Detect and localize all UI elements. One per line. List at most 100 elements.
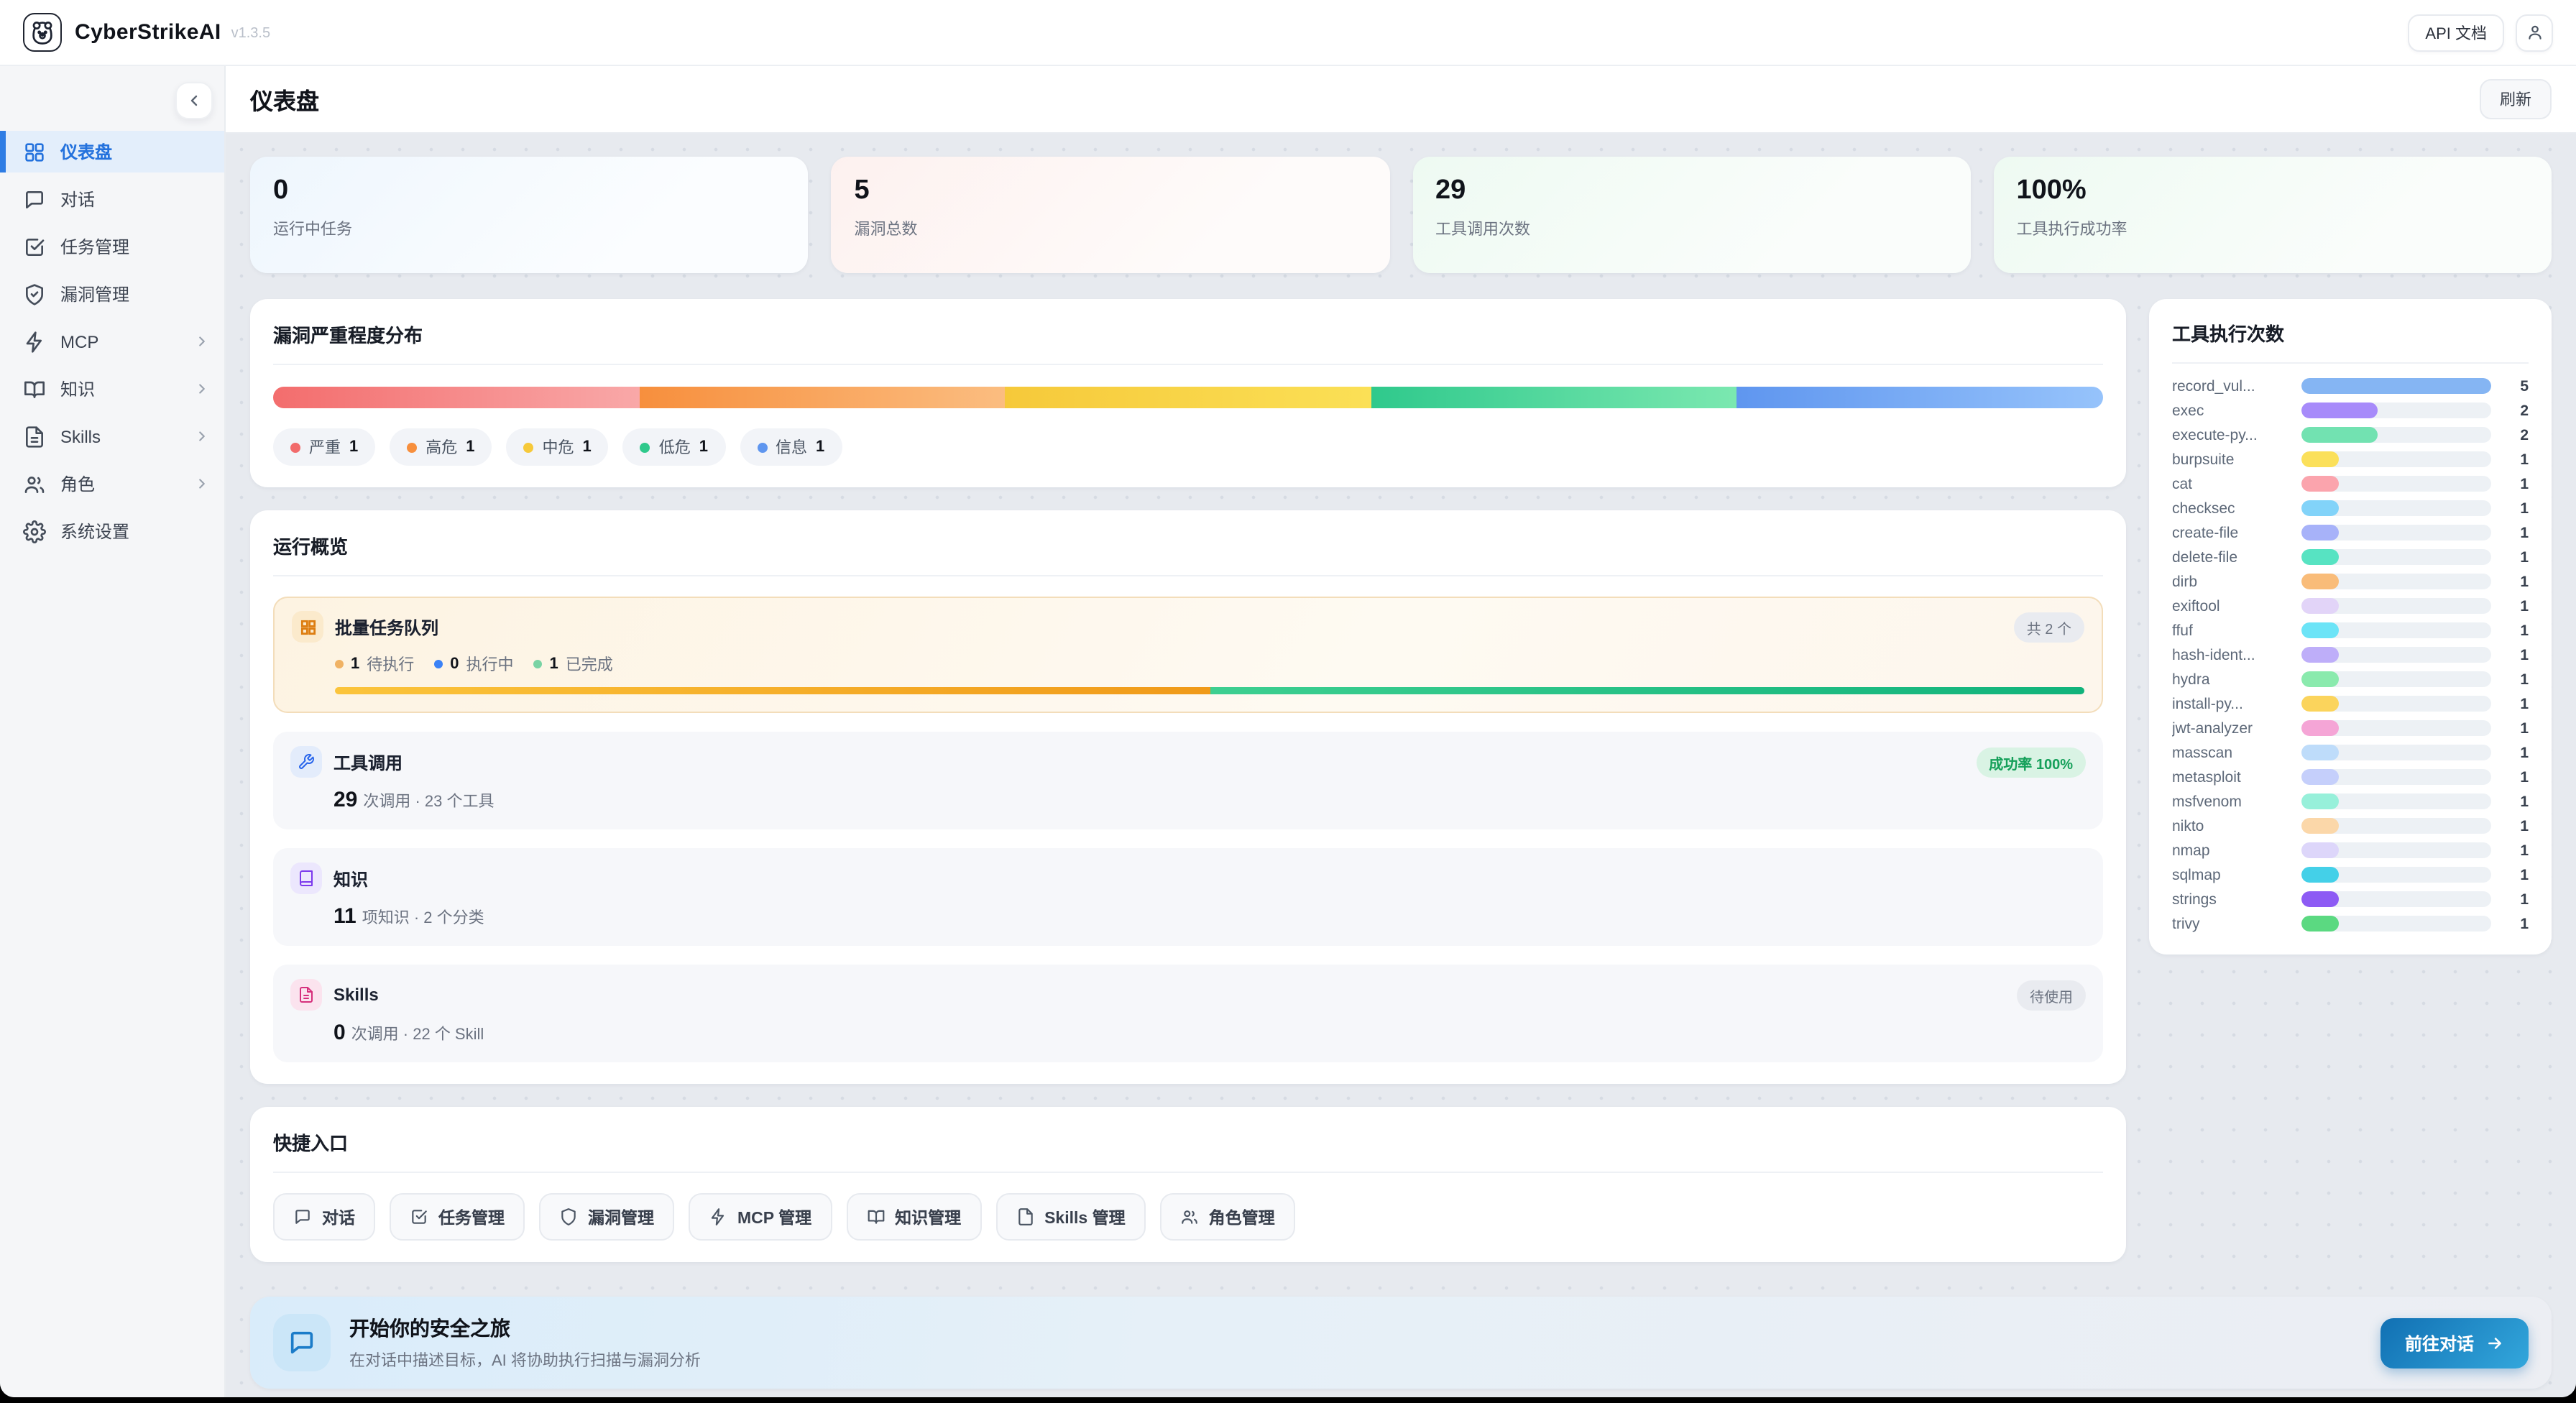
- app-header: CyberStrikeAI v1.3.5 API 文档: [0, 0, 2576, 66]
- severity-legend-low: 低危1: [623, 428, 725, 466]
- tool-row: trivy1: [2172, 916, 2529, 932]
- divider: [273, 364, 2103, 365]
- quick-entries-title: 快捷入口: [273, 1128, 2103, 1156]
- tool-count: 1: [2503, 842, 2529, 859]
- tool-bar-fill: [2301, 696, 2340, 712]
- quick-roles-button[interactable]: 角色管理: [1160, 1193, 1295, 1241]
- file-text-icon: [23, 425, 46, 448]
- user-icon: [2525, 23, 2544, 42]
- sidebar-item-roles[interactable]: 角色: [0, 463, 224, 505]
- tool-name: hydra: [2172, 671, 2290, 688]
- sidebar-collapse-button[interactable]: [175, 82, 213, 119]
- tool-name: strings: [2172, 891, 2290, 908]
- divider: [273, 575, 2103, 576]
- quick-knowledge-button[interactable]: 知识管理: [846, 1193, 981, 1241]
- tool-row: record_vul...5: [2172, 378, 2529, 394]
- sidebar-item-label: 漏洞管理: [60, 282, 129, 306]
- sidebar-item-mcp[interactable]: MCP: [0, 321, 224, 362]
- legend-label: 信息: [776, 436, 807, 459]
- tool-name: record_vul...: [2172, 377, 2290, 395]
- tool-bar-track: [2301, 745, 2491, 760]
- severity-legend-high: 高危1: [390, 428, 492, 466]
- shield-check-icon: [23, 282, 46, 305]
- legend-count: 1: [699, 438, 708, 456]
- legend-count: 1: [351, 656, 359, 673]
- stat-label: 运行中任务: [273, 217, 786, 240]
- quick-tasks-button[interactable]: 任务管理: [390, 1193, 525, 1241]
- user-avatar-button[interactable]: [2516, 14, 2553, 51]
- tool-bar-fill: [2301, 671, 2340, 687]
- tool-row: hydra1: [2172, 671, 2529, 687]
- success-rate-badge: 成功率 100%: [1976, 747, 2086, 777]
- tool-bar-fill: [2301, 769, 2340, 785]
- task-check-icon: [23, 235, 46, 258]
- page-header: 仪表盘 刷新: [226, 66, 2576, 134]
- sidebar-item-chat[interactable]: 对话: [0, 178, 224, 220]
- chat-icon: [23, 188, 46, 211]
- users-icon: [23, 472, 46, 495]
- sidebar-item-label: 任务管理: [60, 234, 129, 259]
- quick-mcp-button[interactable]: MCP 管理: [689, 1193, 832, 1241]
- arrow-right-icon: [2485, 1333, 2504, 1352]
- bear-logo-icon: [29, 19, 56, 46]
- refresh-button[interactable]: 刷新: [2480, 79, 2552, 119]
- tool-bar-fill: [2301, 598, 2340, 614]
- wrench-icon: [290, 746, 322, 778]
- batch-legend: 1待执行 0执行中 1已完成: [335, 653, 2084, 676]
- sidebar-item-skills[interactable]: Skills: [0, 415, 224, 457]
- sidebar-item-settings[interactable]: 系统设置: [0, 510, 224, 552]
- tool-bar-track: [2301, 378, 2491, 394]
- sidebar-item-tasks[interactable]: 任务管理: [0, 226, 224, 267]
- legend-label: 已完成: [566, 653, 613, 676]
- quick-skills-button[interactable]: Skills 管理: [995, 1193, 1146, 1241]
- skills-card[interactable]: Skills 待使用 0次调用 · 22 个 Skill: [273, 965, 2103, 1062]
- sidebar-item-dashboard[interactable]: 仪表盘: [0, 131, 224, 172]
- api-docs-button[interactable]: API 文档: [2408, 14, 2504, 51]
- tool-bar-track: [2301, 402, 2491, 418]
- big-number: 29: [334, 788, 357, 812]
- legend-count: 1: [816, 438, 824, 456]
- content-scroll-area[interactable]: 0 运行中任务 5 漏洞总数 29 工具调用次数 100% 工具执行成功率: [226, 134, 2576, 1397]
- tool-row: install-py...1: [2172, 696, 2529, 712]
- batch-progress-bar: [335, 687, 2084, 694]
- quick-entries-card: 快捷入口 对话 任务管理 漏洞管理 MCP 管理 知识管理 Skills 管理 …: [250, 1107, 2126, 1262]
- chip-label: 任务管理: [438, 1205, 505, 1228]
- sidebar-item-knowledge[interactable]: 知识: [0, 368, 224, 410]
- quick-vulns-button[interactable]: 漏洞管理: [539, 1193, 674, 1241]
- batch-total-badge: 共 2 个: [2014, 612, 2084, 642]
- overview-card: 运行概览 批量任务队列 共 2 个: [250, 510, 2126, 1084]
- tool-name: ffuf: [2172, 622, 2290, 639]
- legend-dot: [640, 442, 650, 452]
- tool-count: 2: [2503, 426, 2529, 443]
- tool-count: 1: [2503, 866, 2529, 883]
- knowledge-card[interactable]: 知识 11项知识 · 2 个分类: [273, 848, 2103, 946]
- tool-row: delete-file1: [2172, 549, 2529, 565]
- severity-legend-medium: 中危1: [507, 428, 609, 466]
- tool-bar-fill: [2301, 500, 2340, 516]
- tool-bar-track: [2301, 720, 2491, 736]
- batch-task-queue-card[interactable]: 批量任务队列 共 2 个 1待执行 0执行中 1已完成: [273, 597, 2103, 713]
- severity-legend-critical: 严重1: [273, 428, 375, 466]
- tool-row: jwt-analyzer1: [2172, 720, 2529, 736]
- sidebar-item-label: 知识: [60, 377, 95, 401]
- legend-count: 1: [466, 438, 474, 456]
- severity-segment-low: [1371, 387, 1737, 408]
- tool-name: create-file: [2172, 524, 2290, 541]
- lightning-icon: [709, 1208, 727, 1226]
- sidebar-item-vulns[interactable]: 漏洞管理: [0, 273, 224, 315]
- tool-bar-track: [2301, 500, 2491, 516]
- tool-bar-track: [2301, 622, 2491, 638]
- tool-row: metasploit1: [2172, 769, 2529, 785]
- book-icon: [290, 862, 322, 894]
- go-to-chat-button[interactable]: 前往对话: [2380, 1317, 2529, 1368]
- legend-label: 执行中: [466, 653, 514, 676]
- tool-calls-card[interactable]: 工具调用 成功率 100% 29次调用 · 23 个工具: [273, 732, 2103, 829]
- book-icon: [23, 377, 46, 400]
- summary-text: 次调用 · 23 个工具: [363, 794, 494, 811]
- tool-name: install-py...: [2172, 695, 2290, 712]
- quick-chat-button[interactable]: 对话: [273, 1193, 375, 1241]
- progress-pending-segment: [335, 687, 1210, 694]
- tool-row: create-file1: [2172, 525, 2529, 540]
- chat-icon: [293, 1208, 312, 1226]
- app-window: CyberStrikeAI v1.3.5 API 文档 仪表盘: [0, 0, 2576, 1397]
